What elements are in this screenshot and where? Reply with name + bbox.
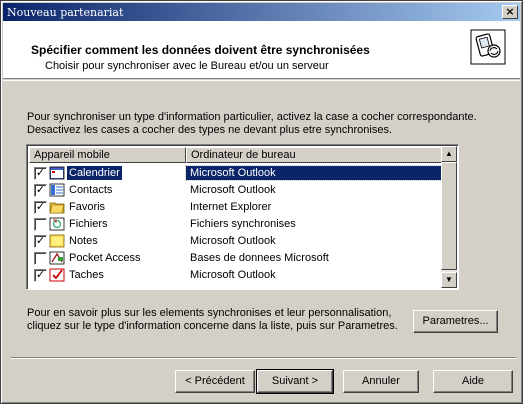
header-separator (3, 80, 520, 81)
wizard-header: Spécifier comment les données doivent êt… (3, 21, 520, 79)
pocket-access-icon (49, 251, 65, 265)
title-bar[interactable]: Nouveau partenariat × (3, 3, 520, 21)
list-item-contacts[interactable]: ✓ Contacts Microsoft Outlook (29, 182, 442, 198)
item-label: Contacts (69, 184, 113, 196)
item-checkbox[interactable]: ✓ (34, 166, 47, 180)
arrow-down-icon: ▼ (445, 275, 453, 284)
item-label: Favoris (69, 201, 106, 213)
item-name-cell: ✓ Calendrier (29, 166, 186, 180)
next-button[interactable]: Suivant > (256, 369, 334, 394)
previous-button[interactable]: < Précédent (175, 370, 255, 393)
item-desktop-app: Bases de donnees Microsoft (190, 252, 329, 264)
arrow-up-icon: ▲ (445, 149, 453, 158)
item-checkbox[interactable]: ✓ (34, 268, 47, 282)
item-checkbox[interactable] (34, 251, 47, 265)
item-name-cell: Pocket Access (29, 251, 186, 265)
item-checkbox[interactable]: ✓ (34, 234, 47, 248)
item-name-cell: ✓ Favoris (29, 200, 186, 214)
column-header-mobile[interactable]: Appareil mobile (29, 147, 186, 163)
help-button[interactable]: Aide (433, 370, 513, 393)
item-name-cell: Fichiers (29, 217, 186, 231)
item-desktop-app: Fichiers synchronises (190, 218, 296, 230)
wizard-window: Nouveau partenariat × Spécifier comment … (0, 0, 523, 404)
list-scrollbar[interactable]: ▲ ▼ (441, 146, 457, 288)
item-label: Taches (69, 269, 104, 281)
parameters-button[interactable]: Parametres... (413, 310, 498, 333)
scroll-down-button[interactable]: ▼ (441, 272, 457, 288)
item-desktop-app: Microsoft Outlook (185, 165, 443, 181)
header-subtitle: Choisir pour synchroniser avec le Bureau… (45, 60, 329, 72)
window-title: Nouveau partenariat (7, 5, 124, 19)
item-desktop-app: Microsoft Outlook (190, 269, 276, 281)
item-label: Fichiers (69, 218, 108, 230)
header-title: Spécifier comment les données doivent êt… (31, 43, 370, 57)
list-item-pocket-access[interactable]: Pocket Access Bases de donnees Microsoft (29, 250, 442, 266)
scroll-up-button[interactable]: ▲ (441, 146, 457, 162)
list-item-fichiers[interactable]: Fichiers Fichiers synchronises (29, 216, 442, 232)
item-label: Calendrier (67, 166, 122, 180)
sync-types-list[interactable]: Appareil mobile Ordinateur de bureau ✓ Ca… (26, 144, 459, 290)
list-item-favoris[interactable]: ✓ Favoris Internet Explorer (29, 199, 442, 215)
cancel-button[interactable]: Annuler (343, 370, 419, 393)
item-desktop-app: Microsoft Outlook (190, 235, 276, 247)
item-checkbox[interactable] (34, 217, 47, 231)
info-text: Pour en savoir plus sur les elements syn… (27, 307, 398, 332)
column-header-desktop[interactable]: Ordinateur de bureau (186, 147, 442, 163)
files-icon (49, 217, 65, 231)
list-item-taches[interactable]: ✓ Taches Microsoft Outlook (29, 267, 442, 283)
tasks-icon (49, 268, 65, 282)
contacts-icon (49, 183, 65, 197)
list-header: Appareil mobile Ordinateur de bureau (29, 147, 442, 163)
item-label: Pocket Access (69, 252, 141, 264)
sync-devices-icon (470, 29, 506, 65)
item-checkbox[interactable]: ✓ (34, 183, 47, 197)
favorites-folder-icon (49, 200, 65, 214)
list-item-calendrier[interactable]: ✓ Calendrier Microsoft Outlook (29, 165, 443, 181)
item-name-cell: ✓ Taches (29, 268, 186, 282)
close-icon: × (505, 5, 515, 18)
item-desktop-app: Microsoft Outlook (190, 184, 276, 196)
notes-icon (49, 234, 65, 248)
close-button[interactable]: × (502, 5, 518, 19)
intro-text: Pour synchroniser un type d'information … (27, 111, 477, 136)
item-name-cell: ✓ Contacts (29, 183, 186, 197)
list-item-notes[interactable]: ✓ Notes Microsoft Outlook (29, 233, 442, 249)
item-desktop-app: Internet Explorer (190, 201, 272, 213)
footer-separator (11, 357, 516, 359)
scroll-thumb[interactable] (441, 162, 457, 270)
item-checkbox[interactable]: ✓ (34, 200, 47, 214)
item-name-cell: ✓ Notes (29, 234, 186, 248)
calendar-icon (49, 166, 65, 180)
item-label: Notes (69, 235, 98, 247)
